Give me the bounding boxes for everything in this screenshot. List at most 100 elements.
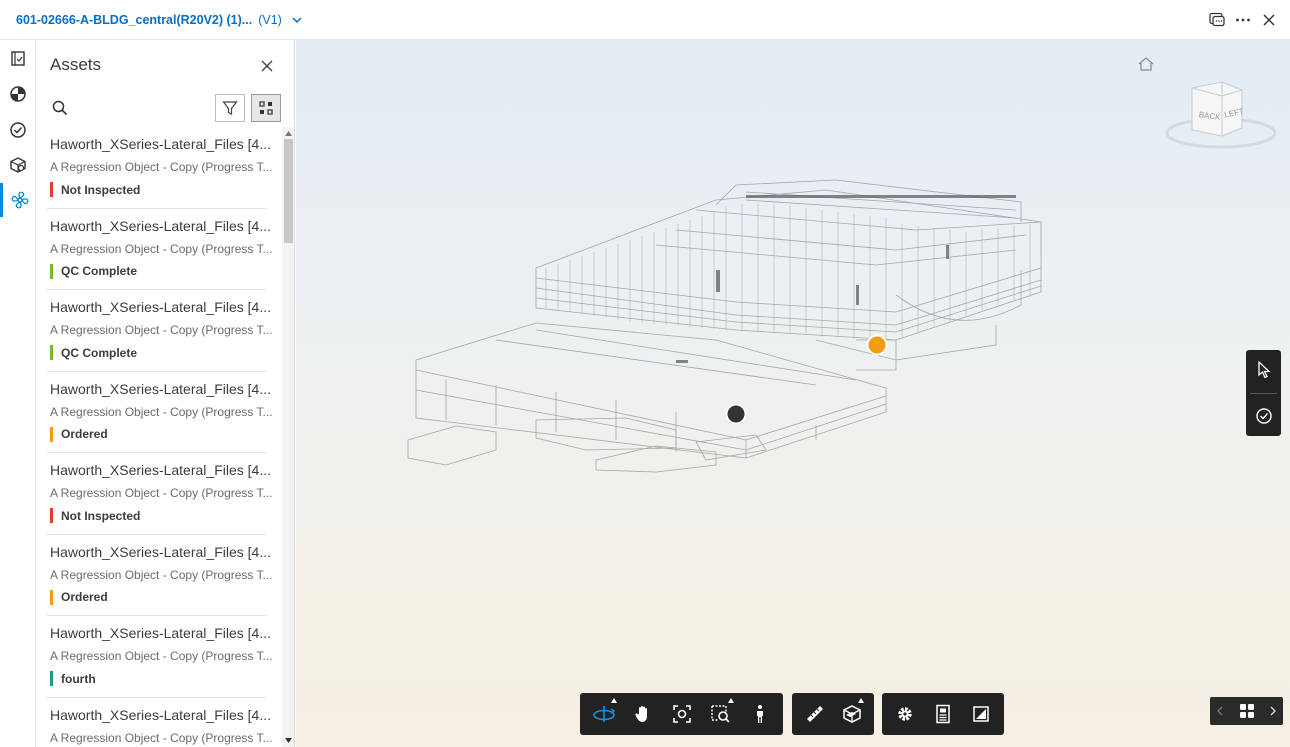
view-pager (1210, 697, 1283, 725)
list-item[interactable]: Haworth_XSeries-Lateral_Files [4... A Re… (37, 290, 281, 372)
orbit-icon (592, 706, 615, 722)
model-viewer[interactable]: BACK LEFT (296, 40, 1290, 747)
rail-item-checklist[interactable] (0, 113, 36, 147)
section-box-icon (842, 705, 861, 723)
pan-tool-button[interactable] (623, 693, 662, 735)
scroll-thumb[interactable] (284, 139, 293, 243)
first-person-icon (756, 705, 763, 723)
flyout-indicator (728, 698, 734, 703)
measure-icon (806, 706, 823, 722)
status-color-bar (50, 263, 53, 279)
panel-title: Assets (50, 55, 102, 74)
chevron-down-icon[interactable] (290, 13, 304, 27)
properties-button[interactable] (924, 693, 962, 735)
search-input[interactable] (73, 96, 213, 122)
group-icon (259, 101, 273, 115)
more-icon[interactable] (1234, 11, 1252, 29)
divider (1250, 393, 1277, 394)
select-cursor-icon (1257, 361, 1271, 379)
scrollbar[interactable] (282, 127, 294, 747)
marker-dark[interactable] (725, 403, 747, 425)
viewcube[interactable]: BACK LEFT (1164, 78, 1278, 154)
close-icon[interactable] (257, 56, 277, 76)
filter-icon (222, 101, 238, 115)
asset-title: Haworth_XSeries-Lateral_Files [4... (50, 543, 270, 560)
rail-item-assets[interactable] (0, 183, 36, 217)
asset-title: Haworth_XSeries-Lateral_Files [4... (50, 462, 270, 478)
settings-toolbar (882, 693, 1004, 735)
measure-toolbar (792, 693, 874, 735)
list-item[interactable]: Haworth_XSeries-Lateral_Files [4... A Re… (37, 209, 281, 290)
status-text: QC Complete (61, 264, 138, 278)
flyout-indicator (858, 698, 864, 703)
rail-item-cube[interactable] (0, 148, 36, 182)
document-version[interactable]: (V1) (258, 13, 282, 27)
status-badge: QC Complete (50, 345, 137, 360)
settings-button[interactable] (886, 693, 924, 735)
orbit-tool-button[interactable] (584, 693, 623, 735)
marker-orange[interactable] (866, 334, 888, 356)
navigation-toolbar (580, 693, 783, 735)
list-item[interactable]: Haworth_XSeries-Lateral_Files [4... A Re… (37, 535, 281, 616)
status-color-bar (50, 671, 53, 686)
asset-subtitle: A Regression Object - Copy (Progress T..… (50, 567, 272, 582)
chevron-right-icon[interactable] (1269, 706, 1277, 716)
asset-title: Haworth_XSeries-Lateral_Files [4... (50, 136, 270, 152)
scroll-down-icon[interactable] (284, 736, 293, 745)
chevron-left-icon[interactable] (1216, 706, 1224, 716)
list-item[interactable]: Haworth_XSeries-Lateral_Files [4... A Re… (37, 372, 281, 453)
filter-button[interactable] (215, 94, 245, 122)
select-tool-button[interactable] (1246, 350, 1281, 390)
check-tool-button[interactable] (1246, 396, 1281, 436)
status-badge: fourth (50, 671, 96, 686)
asset-title: Haworth_XSeries-Lateral_Files [4... (50, 625, 270, 641)
check-circle-icon (1255, 408, 1272, 424)
asset-list: Haworth_XSeries-Lateral_Files [4... A Re… (37, 127, 281, 747)
asset-subtitle: A Regression Object - Copy (Progress T..… (50, 404, 272, 419)
asset-title: Haworth_XSeries-Lateral_Files [4... (50, 217, 270, 234)
properties-icon (936, 704, 950, 724)
home-icon[interactable] (1137, 55, 1155, 73)
flyout-indicator (611, 698, 617, 703)
list-item[interactable]: Haworth_XSeries-Lateral_Files [4... A Re… (37, 616, 281, 698)
building-wireframe-model[interactable] (296, 40, 1290, 747)
group-button[interactable] (251, 94, 281, 122)
assets-fan-icon (11, 191, 28, 209)
zoom-window-button[interactable] (701, 693, 740, 735)
search-row (37, 92, 294, 126)
sheets-icon (11, 51, 25, 66)
asset-title: Haworth_XSeries-Lateral_Files [4... (50, 706, 270, 723)
asset-subtitle: A Regression Object - Copy (Progress T..… (50, 241, 272, 256)
rail-item-model[interactable] (0, 77, 36, 111)
chat-icon[interactable] (1208, 11, 1226, 29)
asset-subtitle: A Regression Object - Copy (Progress T..… (50, 160, 272, 174)
asset-subtitle: A Regression Object - Copy (Progress T..… (50, 649, 272, 663)
status-badge: QC Complete (50, 263, 138, 279)
list-item[interactable]: Haworth_XSeries-Lateral_Files [4... A Re… (37, 698, 281, 747)
checklist-icon (10, 122, 26, 138)
status-badge: Ordered (50, 589, 108, 605)
section-box-button[interactable] (833, 693, 870, 735)
list-item[interactable]: Haworth_XSeries-Lateral_Files [4... A Re… (37, 453, 281, 535)
top-bar: 601-02666-A-BLDG_central(R20V2) (1)... (… (0, 0, 1290, 40)
zoom-window-icon (710, 705, 730, 723)
fullscreen-button[interactable] (962, 693, 1000, 735)
status-color-bar (50, 508, 53, 523)
fit-to-view-icon (672, 705, 691, 723)
first-person-button[interactable] (740, 693, 779, 735)
rail-item-sheets[interactable] (0, 42, 36, 76)
status-badge: Not Inspected (50, 182, 140, 197)
document-title[interactable]: 601-02666-A-BLDG_central(R20V2) (1)... (16, 13, 252, 27)
fit-to-view-button[interactable] (662, 693, 701, 735)
scroll-up-icon[interactable] (284, 129, 293, 138)
status-badge: Not Inspected (50, 508, 140, 523)
status-text: Not Inspected (61, 508, 141, 523)
grid-icon[interactable] (1239, 703, 1255, 719)
close-icon[interactable] (1260, 11, 1278, 29)
measure-tool-button[interactable] (796, 693, 833, 735)
status-text: Ordered (61, 427, 108, 441)
fullscreen-icon (973, 706, 989, 722)
status-color-bar (50, 345, 53, 360)
status-text: QC Complete (61, 345, 138, 360)
list-item[interactable]: Haworth_XSeries-Lateral_Files [4... A Re… (37, 127, 281, 209)
